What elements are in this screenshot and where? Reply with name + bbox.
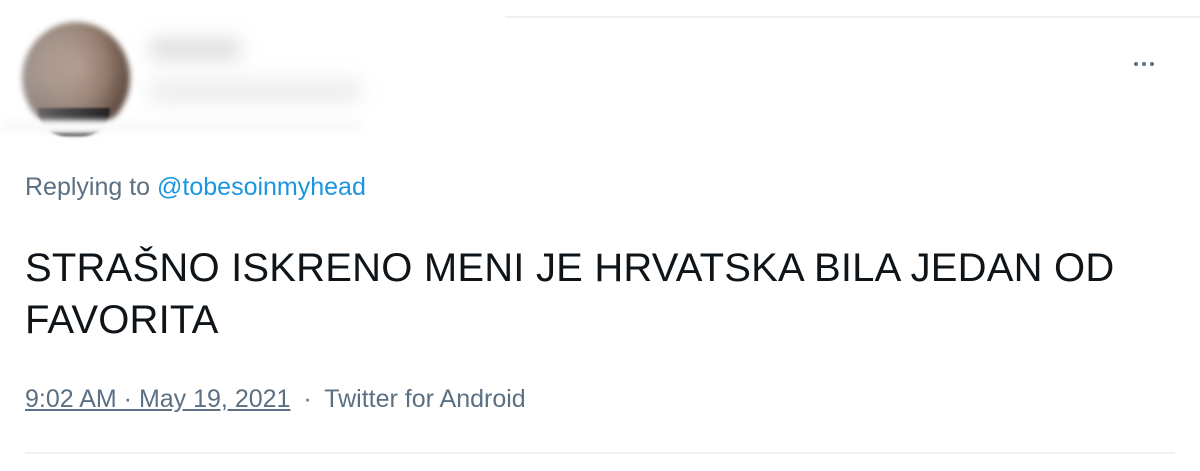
display-name-redacted[interactable]	[150, 38, 240, 60]
author-area[interactable]	[0, 0, 520, 140]
more-dot-icon	[1142, 62, 1146, 66]
meta-separator: ·	[303, 385, 312, 413]
tweet-text: STRAŠNO ISKRENO MENI JE HRVATSKA BILA JE…	[25, 246, 1115, 342]
blur-overlay	[0, 0, 520, 132]
redaction-strip	[0, 120, 360, 134]
replying-label: Replying to	[25, 173, 151, 201]
username-redacted[interactable]	[150, 80, 360, 102]
more-options-button[interactable]	[1126, 50, 1162, 78]
source-link[interactable]: Twitter for Android	[324, 385, 525, 413]
reply-mention-link[interactable]: @tobesoinmyhead	[157, 173, 366, 201]
bottom-divider	[25, 452, 1175, 454]
timestamp-link[interactable]: 9:02 AM · May 19, 2021	[25, 385, 290, 413]
more-dot-icon	[1134, 62, 1138, 66]
tweet-meta: 9:02 AM · May 19, 2021 · Twitter for And…	[25, 385, 526, 414]
more-dot-icon	[1150, 62, 1154, 66]
top-divider	[505, 16, 1200, 18]
replying-to: Replying to @tobesoinmyhead	[25, 173, 366, 202]
tweet-card: Replying to @tobesoinmyhead STRAŠNO ISKR…	[0, 0, 1200, 471]
